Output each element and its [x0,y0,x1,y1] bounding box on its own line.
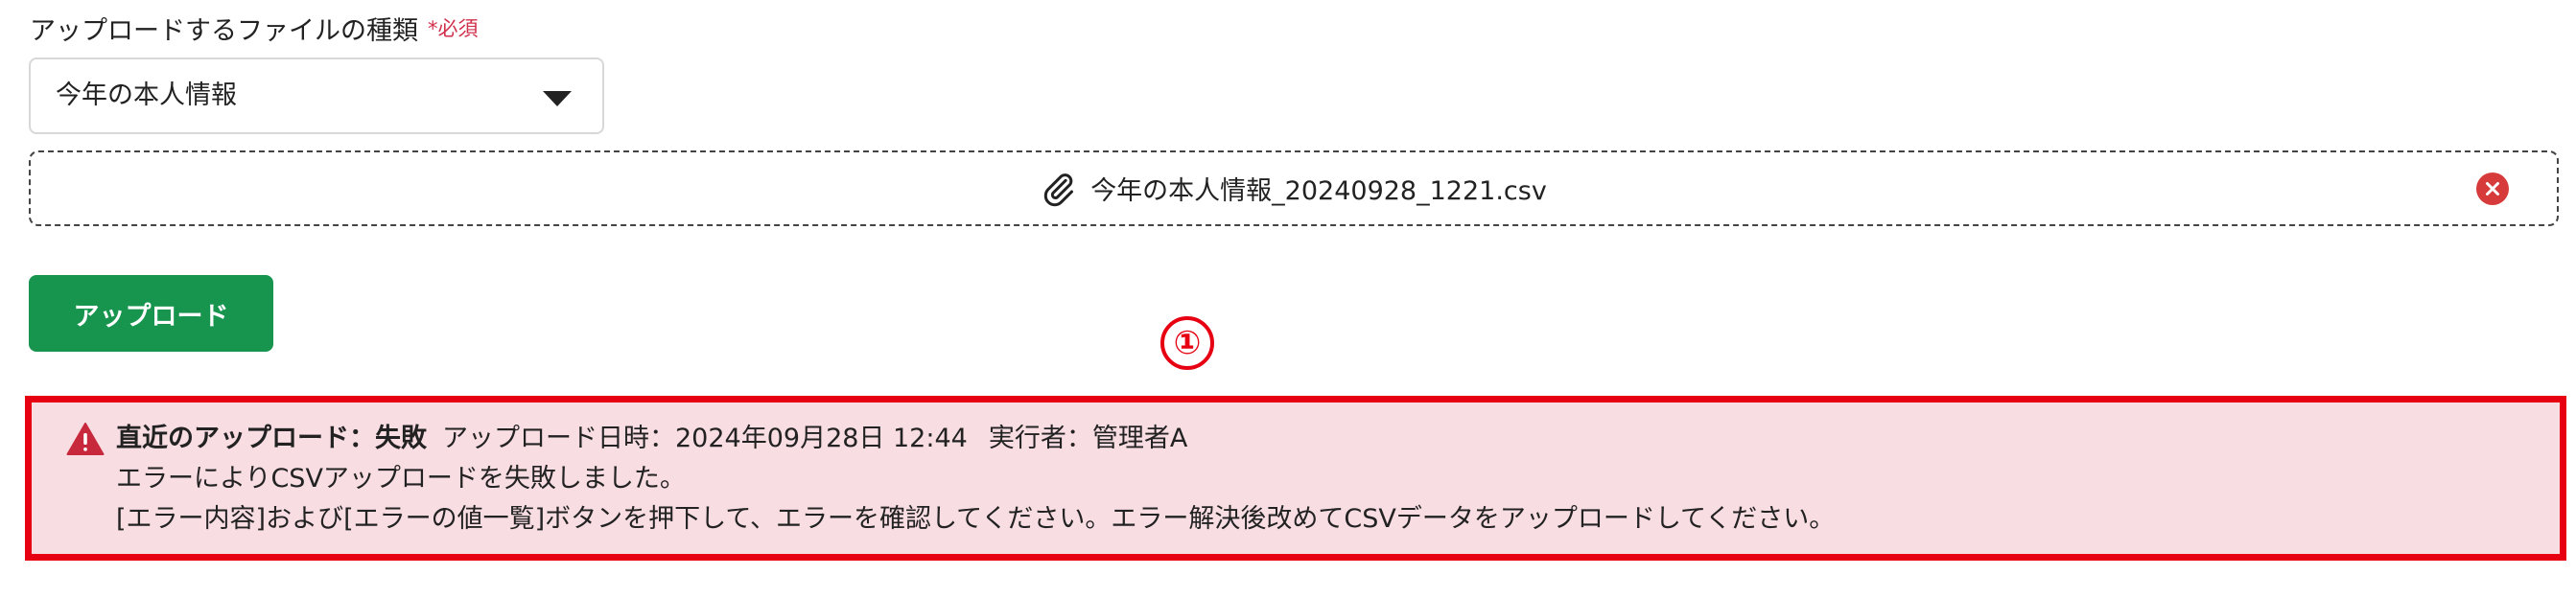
file-type-label: アップロードするファイルの種類 *必須 [30,10,479,51]
close-circle-icon [2486,182,2499,196]
paperclip-icon [1043,172,1074,206]
file-type-selected-value: 今年の本人情報 [56,80,237,110]
attached-file: 今年の本人情報_20240928_1221.csv [31,152,2557,224]
annotation-marker: ① [1160,316,1214,370]
remove-file-button[interactable] [2476,172,2509,205]
caret-down-icon [543,91,572,106]
attached-file-name: 今年の本人情報_20240928_1221.csv [1090,176,1547,206]
file-type-label-text: アップロードするファイルの種類 [30,16,418,46]
required-mark: *必須 [428,17,479,40]
attached-file-area[interactable]: 今年の本人情報_20240928_1221.csv [29,150,2559,226]
upload-button[interactable]: アップロード [29,275,273,352]
file-type-select[interactable]: 今年の本人情報 [29,58,604,134]
annotation-highlight-frame [25,396,2566,561]
